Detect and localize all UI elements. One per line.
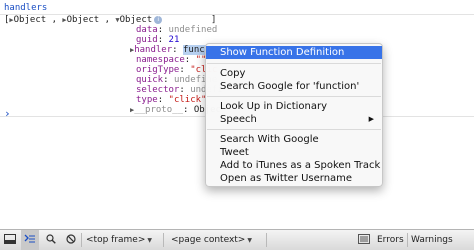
array-item-object-1[interactable]: Object <box>14 15 47 25</box>
property-row-type: type: "click" <box>136 95 207 105</box>
property-value: undefined <box>168 25 218 35</box>
menu-item-add-to-itunes[interactable]: Add to iTunes as a Spoken Track <box>206 159 382 172</box>
errors-filter-button[interactable]: Errors <box>377 230 404 250</box>
console-toggle-icon[interactable] <box>21 230 39 250</box>
menu-item-speech-label: Speech <box>220 114 257 125</box>
property-name: __proto__ <box>134 105 183 115</box>
chevron-down-icon: ▼ <box>147 237 153 244</box>
property-name: origType <box>136 65 180 75</box>
prompt-chevron-icon[interactable]: › <box>4 107 11 121</box>
array-close-bracket: ] <box>210 15 217 25</box>
console-command: handlers <box>4 3 48 13</box>
menu-item-tweet[interactable]: Tweet <box>206 146 382 159</box>
property-name: guid <box>136 35 158 45</box>
menu-item-speech[interactable]: Speech ▶ <box>206 113 382 126</box>
frame-select[interactable]: <top frame> ▼ <box>86 233 152 247</box>
menu-separator <box>207 129 381 130</box>
clear-console-icon[interactable] <box>63 230 79 250</box>
chevron-down-icon: ▼ <box>247 237 252 244</box>
property-row-handler[interactable]: ▶handler: functi <box>130 45 216 56</box>
context-select-value: <page context> <box>171 235 246 245</box>
context-select[interactable]: <page context> ▼ <box>171 233 252 247</box>
filter-all-icon[interactable] <box>356 230 372 250</box>
info-icon[interactable]: i <box>154 16 163 24</box>
menu-separator <box>207 63 381 64</box>
toolbar-divider <box>266 233 267 247</box>
property-name: handler <box>134 45 173 55</box>
menu-item-open-twitter-username[interactable]: Open as Twitter Username <box>206 172 382 185</box>
property-name: data <box>136 25 158 35</box>
menu-item-search-google[interactable]: Search Google for 'function' <box>206 80 382 93</box>
property-value: 21 <box>168 35 180 45</box>
frame-select-value: <top frame> <box>86 235 146 245</box>
menu-item-copy[interactable]: Copy <box>206 67 382 80</box>
toolbar-divider <box>163 233 164 247</box>
property-name: type <box>136 95 158 105</box>
property-value: "click" <box>168 95 207 105</box>
property-row-namespace: namespace: "" <box>136 55 207 65</box>
toolbar-divider <box>407 233 408 247</box>
search-icon[interactable] <box>43 230 59 250</box>
menu-separator <box>207 96 381 97</box>
array-comma-2: , <box>104 15 110 25</box>
menu-item-show-function-definition[interactable]: Show Function Definition <box>206 46 382 59</box>
property-row-guid: guid: 21 <box>136 35 180 45</box>
property-name: quick <box>136 75 164 85</box>
array-item-object-3[interactable]: Object <box>120 15 153 25</box>
property-name: namespace <box>136 55 185 65</box>
dock-icon[interactable] <box>2 230 18 250</box>
toolbar-divider <box>81 233 82 247</box>
submenu-arrow-icon: ▶ <box>368 115 374 123</box>
menu-item-search-with-google[interactable]: Search With Google <box>206 133 382 146</box>
array-comma-1: , <box>51 15 57 25</box>
array-summary: [▶Object , ▶Object , ▼Object i ] <box>4 15 216 26</box>
console-toolbar: <top frame> ▼ <page context> ▼ Errors Warn… <box>0 229 474 250</box>
menu-item-look-up-dictionary[interactable]: Look Up in Dictionary <box>206 100 382 113</box>
context-menu: Show Function Definition Copy Search Goo… <box>205 43 383 187</box>
array-item-object-2[interactable]: Object <box>67 15 100 25</box>
property-row-data: data: undefined <box>136 25 218 35</box>
property-name: selector <box>136 85 180 95</box>
warnings-filter-button[interactable]: Warnings <box>411 230 453 250</box>
